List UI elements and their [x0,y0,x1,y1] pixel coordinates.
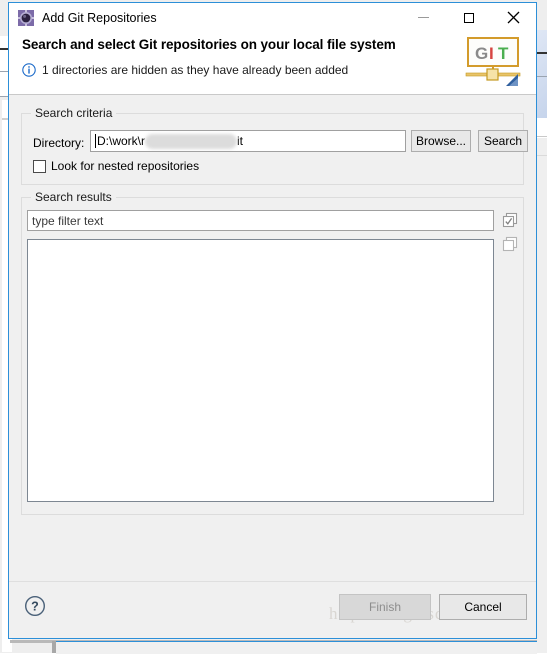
backdrop-right-fill [536,140,547,653]
select-all-icon[interactable] [502,212,519,229]
nested-repositories-label: Look for nested repositories [51,159,200,173]
search-button[interactable]: Search [478,130,528,152]
svg-text:G: G [475,44,488,63]
search-criteria-legend: Search criteria [31,106,117,120]
add-git-repositories-dialog: Add Git Repositories Search and select G… [8,2,537,639]
dialog-footer: ? http://blog.csdn.net/ Finish Cancel [9,581,536,638]
svg-text:I: I [489,44,494,63]
directory-input[interactable]: D:\work\r it [90,130,406,152]
backdrop-right-white [536,118,547,138]
backdrop-right-line-2 [536,76,547,77]
nested-repositories-checkbox-row[interactable]: Look for nested repositories [33,159,199,173]
header-message-row: 1 directories are hidden as they have al… [22,63,348,77]
search-results-legend: Search results [31,190,116,204]
dialog-header: Search and select Git repositories on yo… [9,32,536,95]
info-icon [22,63,36,77]
finish-button[interactable]: Finish [339,594,431,620]
maximize-icon[interactable] [446,3,491,32]
cancel-button[interactable]: Cancel [439,594,527,620]
svg-text:T: T [498,44,509,63]
filter-input[interactable]: type filter text [27,210,494,231]
deselect-all-icon[interactable] [502,236,519,253]
git-repository-gear-icon [18,9,34,26]
backdrop-right-line-1 [536,52,547,54]
dialog-body: Search criteria Directory: D:\work\r it B… [9,95,536,581]
header-title: Search and select Git repositories on yo… [22,37,396,52]
backdrop-bottom-shadow [52,641,56,653]
close-icon[interactable] [491,3,536,32]
backdrop-right-line-3 [536,136,547,137]
window-title: Add Git Repositories [42,10,157,25]
title-bar[interactable]: Add Git Repositories [9,3,536,32]
backdrop-right-line-4 [536,155,547,156]
search-results-list[interactable] [27,239,494,502]
window-controls [401,3,536,32]
help-question-icon[interactable]: ? [24,595,46,617]
nested-repositories-checkbox[interactable] [33,159,46,173]
browse-button[interactable]: Browse... [411,130,471,152]
directory-value-start: D:\work\r [97,134,145,148]
directory-value-end: it [237,134,243,148]
svg-text:?: ? [31,600,39,614]
text-caret [95,134,96,148]
minimize-icon[interactable] [401,3,446,32]
directory-label: Directory: [33,136,85,150]
header-message: 1 directories are hidden as they have al… [42,63,349,77]
directory-value-redaction [145,133,237,149]
git-logo: G I T [462,34,524,90]
backdrop-bottom-strip [56,641,537,654]
backdrop-right-gradient [536,30,547,130]
